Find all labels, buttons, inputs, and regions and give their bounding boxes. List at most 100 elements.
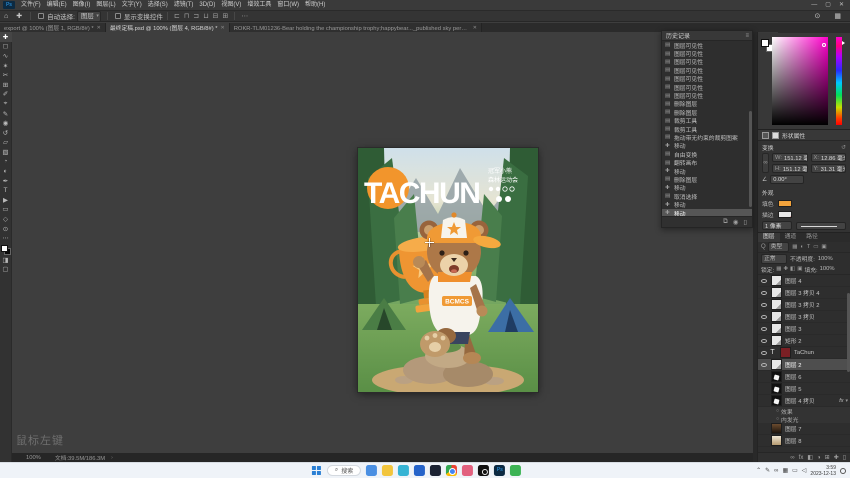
- layer-name[interactable]: 矩形 2: [785, 336, 850, 345]
- fill-color-swatch[interactable]: [778, 200, 792, 207]
- menu-item-8[interactable]: 视图(V): [218, 0, 244, 10]
- foreground-color-swatch[interactable]: [761, 39, 769, 47]
- history-item-18[interactable]: ▤取消选择: [662, 192, 752, 200]
- layer-visibility-toggle[interactable]: [760, 279, 768, 283]
- lasso-tool[interactable]: ∿: [0, 51, 12, 61]
- align-icon-2[interactable]: ⊐: [193, 12, 199, 20]
- layer-row-7[interactable]: 图层 2: [758, 359, 850, 371]
- history-item-0[interactable]: ▤图层可见性: [662, 41, 752, 49]
- align-icon-3[interactable]: ⊔: [203, 12, 208, 20]
- menu-item-2[interactable]: 图像(I): [70, 0, 94, 10]
- layer-name[interactable]: 图层 3 拷贝: [785, 312, 850, 321]
- layer-filter-icon-1[interactable]: ◐: [800, 244, 803, 250]
- notification-bell-icon[interactable]: [840, 468, 846, 474]
- layer-filter-dropdown[interactable]: 类型: [768, 242, 790, 252]
- menu-item-11[interactable]: 帮助(H): [302, 0, 328, 10]
- link-layers-icon[interactable]: ∞: [790, 455, 794, 461]
- align-icon-4[interactable]: ⊟: [213, 12, 219, 20]
- layer-name[interactable]: 图层 2: [785, 360, 850, 369]
- color-picker-marker[interactable]: [822, 43, 826, 47]
- layer-row-6[interactable]: TTaChun: [758, 347, 850, 359]
- layer-visibility-toggle[interactable]: [760, 351, 768, 355]
- camera-app-icon[interactable]: [478, 465, 489, 476]
- history-item-20[interactable]: ✚移动: [662, 209, 752, 216]
- history-item-6[interactable]: ▤图层可见性: [662, 91, 752, 99]
- layer-name[interactable]: 图层 8: [785, 436, 850, 445]
- stroke-color-swatch[interactable]: [778, 211, 792, 218]
- home-icon[interactable]: ⌂: [4, 13, 8, 20]
- opacity-value[interactable]: 100%: [818, 256, 833, 262]
- reset-transform-icon[interactable]: ↺: [841, 145, 846, 151]
- history-item-1[interactable]: ▤图层可见性: [662, 49, 752, 57]
- fill-value[interactable]: 100%: [820, 266, 835, 272]
- status-arrow-icon[interactable]: ›: [111, 455, 113, 461]
- history-item-12[interactable]: ✚移动: [662, 142, 752, 150]
- new-doc-from-state-icon[interactable]: ⧉: [723, 218, 728, 226]
- layer-name[interactable]: TaChun: [794, 350, 850, 356]
- align-icon-5[interactable]: ⊞: [222, 12, 228, 20]
- menu-item-10[interactable]: 窗口(W): [274, 0, 302, 10]
- history-item-17[interactable]: ✚移动: [662, 184, 752, 192]
- layer-name[interactable]: 图层 3: [785, 324, 850, 333]
- foreground-color-swatch[interactable]: [1, 245, 8, 252]
- layer-thumbnail[interactable]: [771, 435, 782, 446]
- document-tab-2[interactable]: ROKR-TLM01236-Bear holding the champions…: [230, 23, 482, 32]
- adjustment-layer-icon[interactable]: ◑: [817, 455, 821, 461]
- menu-item-6[interactable]: 滤镜(T): [171, 0, 197, 10]
- history-item-16[interactable]: ▤删除图层: [662, 175, 752, 183]
- hand-tool[interactable]: ◇: [0, 214, 12, 224]
- start-button[interactable]: [312, 466, 322, 476]
- rectangle-tool[interactable]: ▭: [0, 205, 12, 215]
- dodge-tool[interactable]: ◐: [0, 166, 12, 176]
- x-field[interactable]: X:12.86 毫米: [811, 153, 847, 162]
- menu-item-0[interactable]: 文件(F): [18, 0, 44, 10]
- monitor-tray-icon[interactable]: ▭: [792, 467, 798, 474]
- layer-search-icon[interactable]: Q: [761, 244, 766, 250]
- layer-row-10[interactable]: 图层 4 拷贝fx▾: [758, 395, 850, 407]
- zoom-tool[interactable]: ⊙: [0, 224, 12, 234]
- layer-visibility-toggle[interactable]: [760, 363, 768, 367]
- lock-icon-1[interactable]: ✚: [783, 266, 788, 272]
- history-item-11[interactable]: ▤拖动带无约束的裁剪图案: [662, 133, 752, 141]
- widgets-icon[interactable]: [366, 465, 377, 476]
- tool-color-swatches[interactable]: [1, 245, 11, 255]
- history-item-10[interactable]: ▤裁剪工具: [662, 125, 752, 133]
- layer-name[interactable]: 图层 4 拷贝: [785, 396, 839, 405]
- link-tray-icon[interactable]: ∞: [774, 468, 778, 474]
- photoshop-icon[interactable]: Ps: [494, 465, 505, 476]
- panel-tab-图层[interactable]: 图层: [758, 233, 780, 242]
- layer-filter-icon-4[interactable]: ▣: [821, 244, 826, 250]
- layer-filter-icon-2[interactable]: T: [807, 244, 810, 250]
- expand-effects-icon[interactable]: ▾: [845, 398, 848, 404]
- layer-effect-row-12[interactable]: ○内发光: [758, 415, 850, 423]
- taskbar-search[interactable]: ⌕ 搜索: [327, 465, 361, 476]
- brush-tool[interactable]: ✎: [0, 109, 12, 119]
- menu-item-9[interactable]: 增效工具: [244, 0, 274, 10]
- saturation-brightness-field[interactable]: [772, 37, 828, 125]
- layer-thumbnail[interactable]: [771, 423, 782, 434]
- minimize-button[interactable]: —: [811, 0, 817, 10]
- app-pink-icon[interactable]: [462, 465, 473, 476]
- layer-name[interactable]: 图层 5: [785, 384, 850, 393]
- document-tab-0[interactable]: export @ 100% (图层 1, RGB/8#) *✕: [0, 23, 106, 32]
- app-blue-icon[interactable]: [414, 465, 425, 476]
- close-button[interactable]: ✕: [839, 0, 844, 10]
- layer-thumbnail[interactable]: [771, 311, 782, 322]
- layer-row-14[interactable]: 图层 8: [758, 435, 850, 447]
- more-options-icon[interactable]: ⋯: [241, 12, 248, 20]
- close-tab-icon[interactable]: ✕: [97, 25, 101, 31]
- blend-mode-dropdown[interactable]: 正常: [761, 254, 787, 264]
- quick-mask-icon[interactable]: ◨: [0, 255, 12, 265]
- layer-thumbnail[interactable]: [771, 359, 782, 370]
- canvas-area[interactable]: BCMCS TACHUN 冠军小熊 森林运动会 鼠标左键 100% 文档:39.…: [12, 32, 753, 462]
- history-item-5[interactable]: ▤图层可见性: [662, 83, 752, 91]
- marquee-tool[interactable]: ◻: [0, 42, 12, 52]
- lock-icon-2[interactable]: ◧: [790, 266, 795, 272]
- layer-name[interactable]: 图层 3 拷贝 4: [785, 288, 850, 297]
- panel-tab-通道[interactable]: 通道: [780, 233, 802, 242]
- zoom-level[interactable]: 100%: [26, 455, 41, 461]
- layer-thumbnail[interactable]: [780, 347, 791, 358]
- history-item-2[interactable]: ▤图层可见性: [662, 58, 752, 66]
- history-item-9[interactable]: ▤裁剪工具: [662, 117, 752, 125]
- height-field[interactable]: H:151.12 毫米: [772, 164, 808, 173]
